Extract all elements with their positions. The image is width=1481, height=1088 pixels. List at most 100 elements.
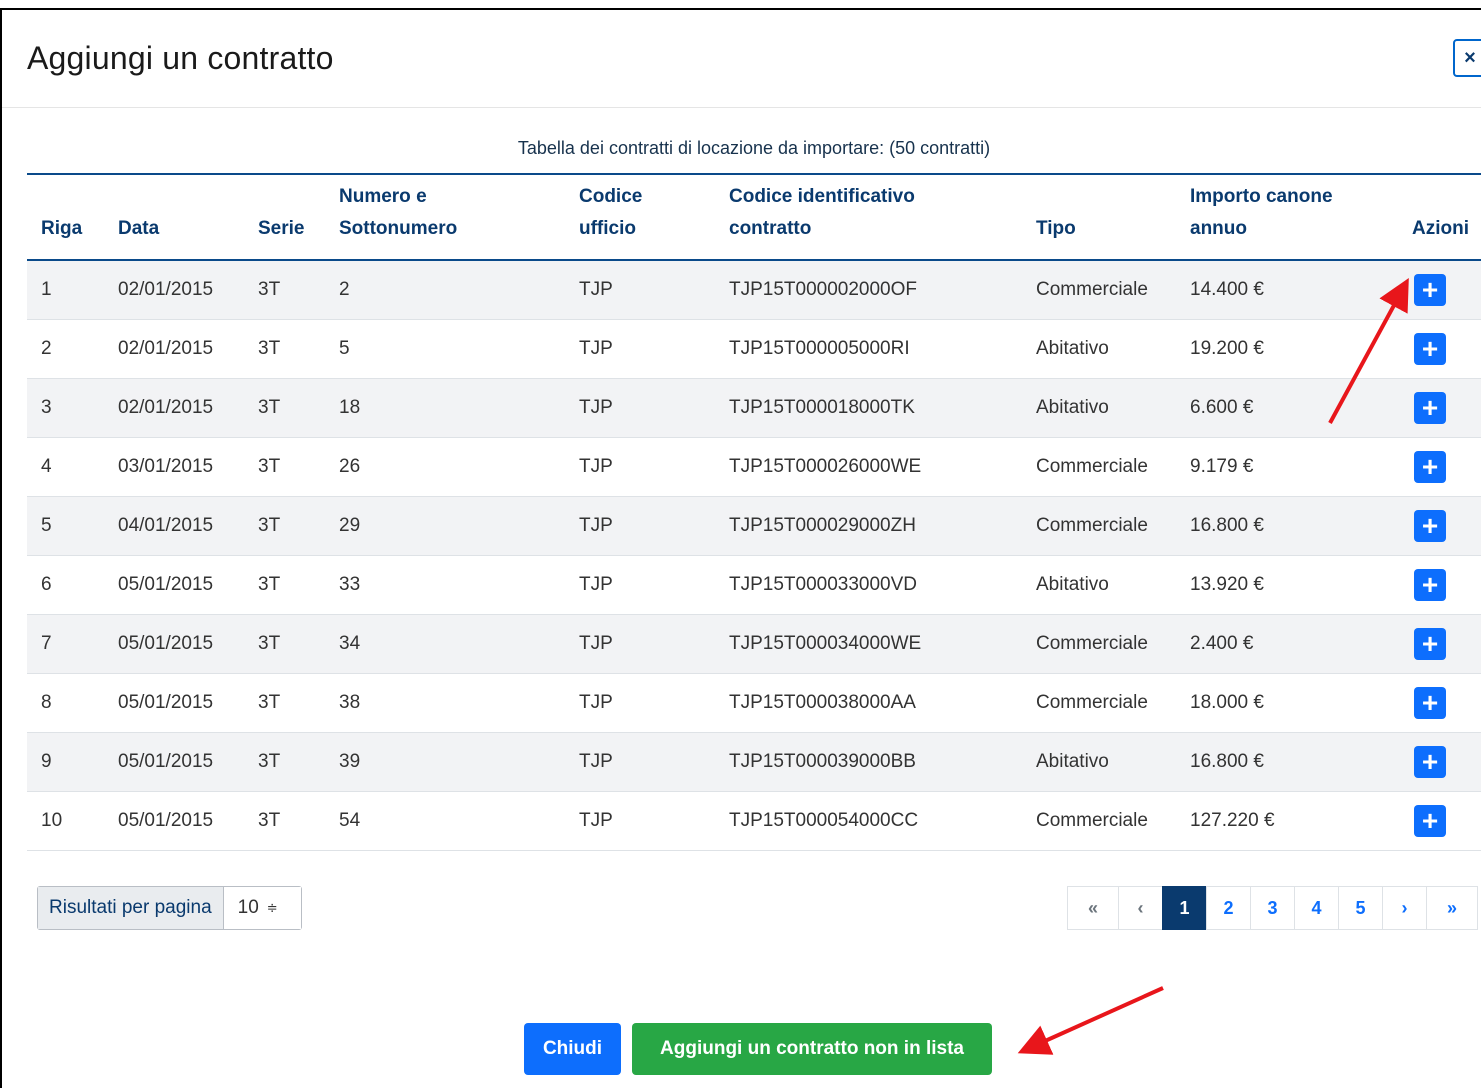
cell-riga: 2	[27, 319, 104, 379]
add-contract-row-button[interactable]: +	[1414, 686, 1446, 719]
add-unlisted-contract-button[interactable]: Aggiungi un contratto non in lista	[632, 1023, 992, 1075]
add-contract-row-button[interactable]: +	[1414, 391, 1446, 424]
add-contract-row-button[interactable]: +	[1414, 509, 1446, 542]
cell-numero: 54	[325, 791, 565, 851]
cell-riga: 9	[27, 732, 104, 792]
cell-codice: TJP15T000034000WE	[715, 614, 1022, 674]
prev-page-button[interactable]: ‹	[1118, 886, 1163, 930]
col-header-riga[interactable]: Riga	[27, 173, 104, 261]
first-page-button[interactable]: «	[1067, 886, 1119, 930]
cell-ufficio: TJP	[565, 732, 715, 792]
close-button[interactable]: ×	[1453, 39, 1481, 77]
page-button-5[interactable]: 5	[1338, 886, 1383, 930]
col-header-tipo[interactable]: Tipo	[1022, 173, 1176, 261]
cell-ufficio: TJP	[565, 260, 715, 320]
cell-data: 05/01/2015	[104, 555, 244, 615]
page-button-1[interactable]: 1	[1162, 886, 1207, 930]
cell-riga: 5	[27, 496, 104, 556]
cell-numero: 38	[325, 673, 565, 733]
cell-ufficio: TJP	[565, 673, 715, 733]
close-icon: ×	[1464, 46, 1476, 69]
plus-icon: +	[1421, 686, 1439, 718]
cell-ufficio: TJP	[565, 496, 715, 556]
add-contract-row-button[interactable]: +	[1414, 450, 1446, 483]
cell-tipo: Abitativo	[1022, 732, 1176, 792]
cell-importo: 2.400 €	[1176, 614, 1398, 674]
last-page-button[interactable]: »	[1426, 886, 1478, 930]
add-contract-row-button[interactable]: +	[1414, 804, 1446, 837]
plus-icon: +	[1421, 509, 1439, 541]
cell-importo: 16.800 €	[1176, 496, 1398, 556]
contracts-table: Riga Data Serie Numero e Sottonumero Codi…	[27, 173, 1481, 851]
table-row: 4 03/01/2015 3T 26 TJP TJP15T000026000WE Comme…	[27, 437, 1481, 497]
cell-azioni: +	[1398, 555, 1481, 615]
cell-codice: TJP15T000038000AA	[715, 673, 1022, 733]
results-per-page: Risultati per pagina 10 ≑	[37, 886, 302, 930]
next-page-button[interactable]: ›	[1382, 886, 1427, 930]
chevron-right-icon: ›	[1401, 897, 1408, 918]
cell-serie: 3T	[244, 496, 325, 556]
modal-header: Aggiungi un contratto ×	[2, 10, 1481, 108]
cell-data: 05/01/2015	[104, 732, 244, 792]
per-page-select[interactable]: 10 ≑	[223, 887, 301, 929]
cell-numero: 26	[325, 437, 565, 497]
cell-azioni: +	[1398, 260, 1481, 320]
page-button-4[interactable]: 4	[1294, 886, 1339, 930]
cell-serie: 3T	[244, 673, 325, 733]
cell-ufficio: TJP	[565, 437, 715, 497]
col-header-ufficio[interactable]: Codice ufficio	[565, 173, 715, 261]
cell-azioni: +	[1398, 791, 1481, 851]
cell-azioni: +	[1398, 437, 1481, 497]
double-chevron-left-icon: «	[1087, 897, 1098, 918]
cell-ufficio: TJP	[565, 555, 715, 615]
cell-importo: 14.400 €	[1176, 260, 1398, 320]
page-button-3[interactable]: 3	[1250, 886, 1295, 930]
plus-icon: +	[1421, 745, 1439, 777]
per-page-value: 10	[237, 897, 259, 918]
cell-tipo: Abitativo	[1022, 555, 1176, 615]
cell-importo: 6.600 €	[1176, 378, 1398, 438]
add-contract-row-button[interactable]: +	[1414, 627, 1446, 660]
table-row: 1 02/01/2015 3T 2 TJP TJP15T000002000OF Commer…	[27, 260, 1481, 320]
cell-tipo: Commerciale	[1022, 614, 1176, 674]
double-chevron-right-icon: »	[1446, 897, 1457, 918]
table-row: 5 04/01/2015 3T 29 TJP TJP15T000029000ZH Comme…	[27, 496, 1481, 556]
add-contract-row-button[interactable]: +	[1414, 332, 1446, 365]
col-header-serie[interactable]: Serie	[244, 173, 325, 261]
col-header-data[interactable]: Data	[104, 173, 244, 261]
cell-serie: 3T	[244, 614, 325, 674]
cell-codice: TJP15T000002000OF	[715, 260, 1022, 320]
cell-azioni: +	[1398, 378, 1481, 438]
cell-azioni: +	[1398, 732, 1481, 792]
cell-riga: 7	[27, 614, 104, 674]
cell-riga: 1	[27, 260, 104, 320]
cell-serie: 3T	[244, 260, 325, 320]
cell-serie: 3T	[244, 732, 325, 792]
add-contract-row-button[interactable]: +	[1414, 273, 1446, 306]
col-header-importo[interactable]: Importo canone annuo	[1176, 173, 1398, 261]
pagination: « ‹ 1 2 3 4 5 › »	[1067, 886, 1478, 930]
cell-azioni: +	[1398, 319, 1481, 379]
cell-codice: TJP15T000018000TK	[715, 378, 1022, 438]
col-header-codice[interactable]: Codice identificativo contratto	[715, 173, 1022, 261]
add-contract-row-button[interactable]: +	[1414, 745, 1446, 778]
cell-importo: 18.000 €	[1176, 673, 1398, 733]
cell-riga: 8	[27, 673, 104, 733]
cell-importo: 9.179 €	[1176, 437, 1398, 497]
col-header-numero[interactable]: Numero e Sottonumero	[325, 173, 565, 261]
plus-icon: +	[1421, 332, 1439, 364]
cell-codice: TJP15T000039000BB	[715, 732, 1022, 792]
chevron-left-icon: ‹	[1137, 897, 1144, 918]
table-caption: Tabella dei contratti di locazione da im…	[517, 138, 991, 158]
cell-ufficio: TJP	[565, 614, 715, 674]
cell-numero: 39	[325, 732, 565, 792]
table-row: 9 05/01/2015 3T 39 TJP TJP15T000039000BB Abita…	[27, 732, 1481, 792]
table-row: 3 02/01/2015 3T 18 TJP TJP15T000018000TK Abita…	[27, 378, 1481, 438]
cell-codice: TJP15T000026000WE	[715, 437, 1022, 497]
add-contract-row-button[interactable]: +	[1414, 568, 1446, 601]
cell-tipo: Abitativo	[1022, 319, 1176, 379]
page-button-2[interactable]: 2	[1206, 886, 1251, 930]
cell-data: 02/01/2015	[104, 378, 244, 438]
cell-data: 05/01/2015	[104, 673, 244, 733]
close-modal-button[interactable]: Chiudi	[524, 1023, 621, 1075]
